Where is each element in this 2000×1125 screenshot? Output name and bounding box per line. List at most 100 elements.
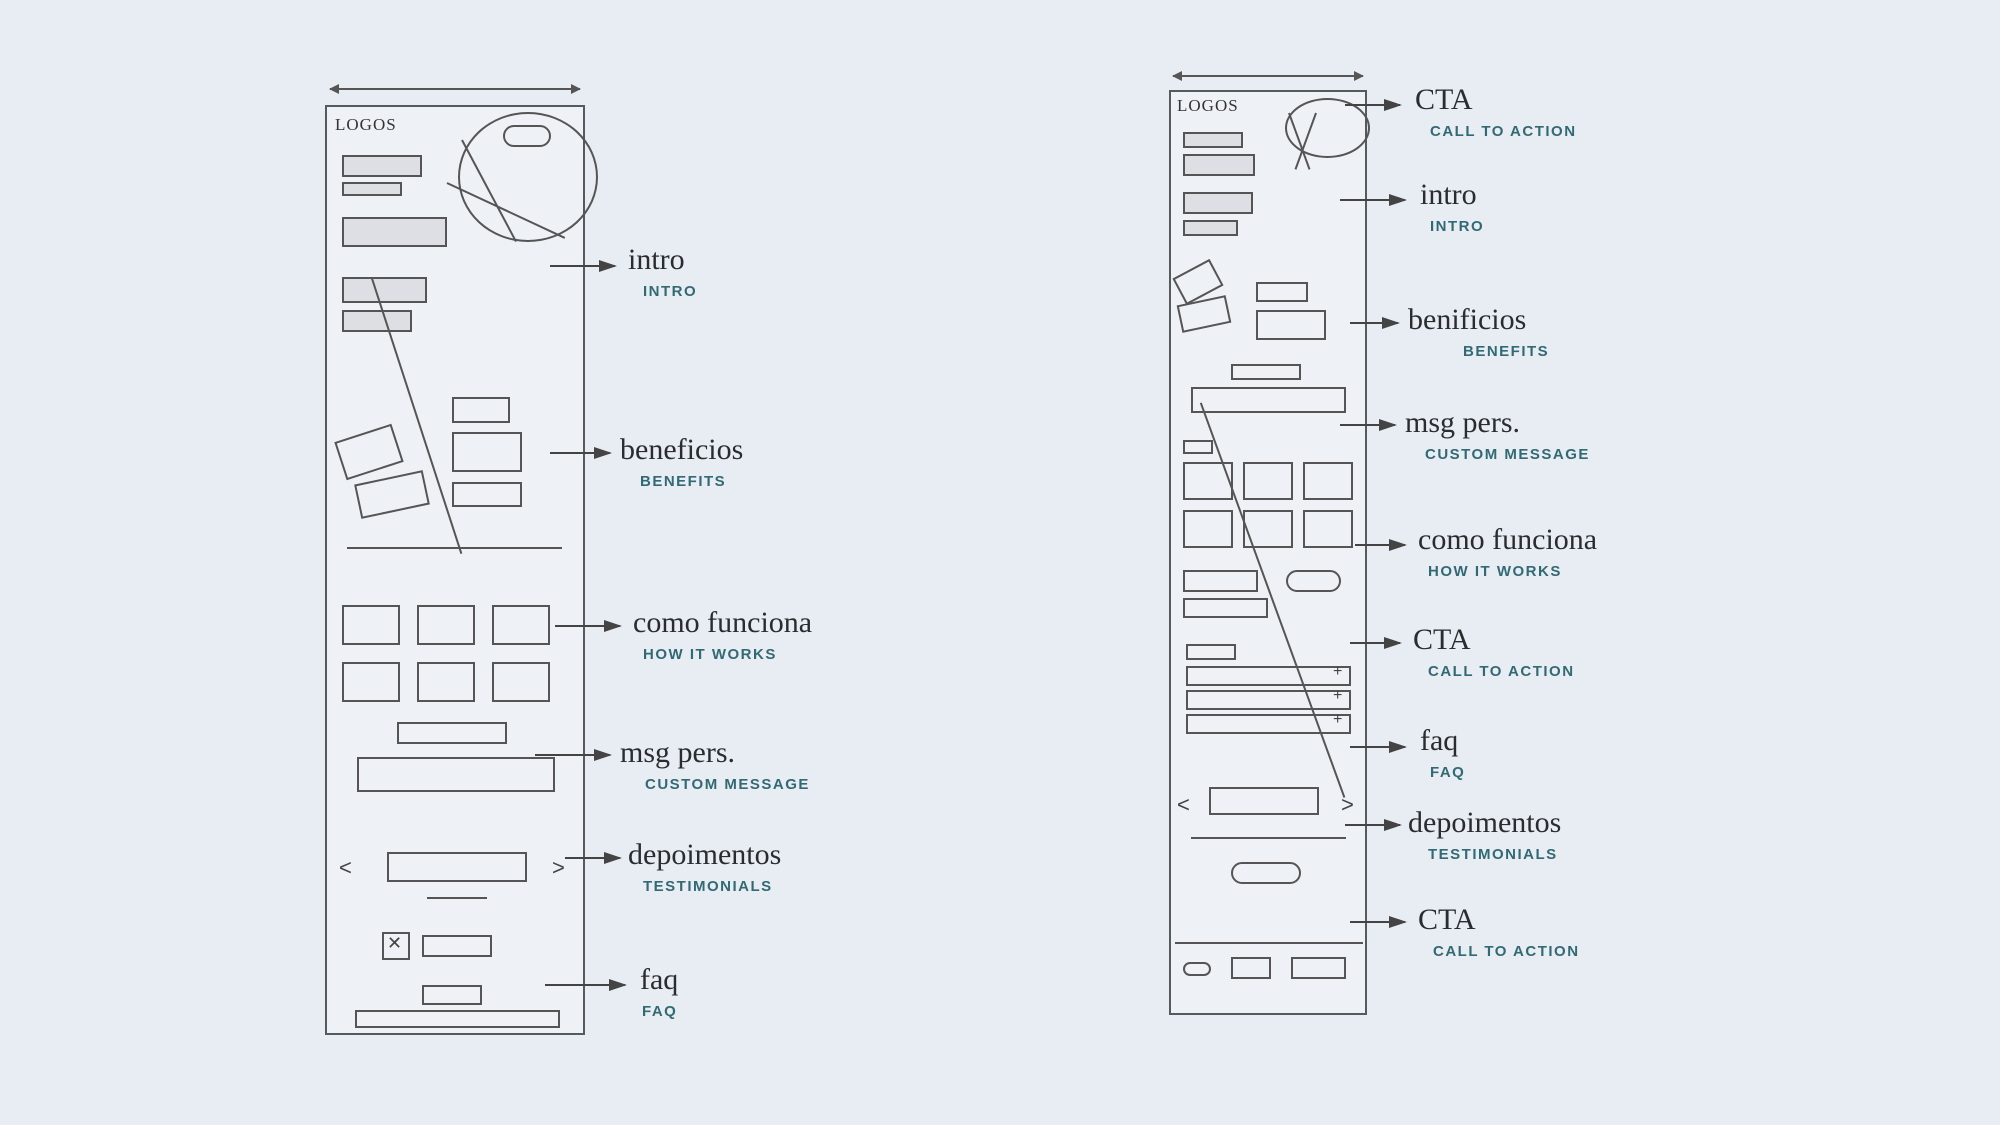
- cta-sub: [1183, 598, 1268, 618]
- testimonials-next: >: [1341, 792, 1354, 818]
- testimonials-prev: <: [1177, 792, 1190, 818]
- label-faq-r: faq FAQ: [1420, 726, 1465, 781]
- label-benefits: beneficios BENEFITS: [620, 435, 743, 490]
- label-script: depoimentos: [1408, 808, 1561, 838]
- width-arrow-right: [1173, 75, 1363, 77]
- label-script: beneficios: [620, 435, 743, 465]
- label-caption: FAQ: [642, 1003, 678, 1020]
- msg-block: [357, 757, 555, 792]
- msg-title: [1231, 364, 1301, 380]
- intro-block: [1183, 220, 1238, 236]
- hero-funnel: [1285, 98, 1370, 158]
- label-caption: INTRO: [1430, 218, 1484, 235]
- label-script: CTA: [1415, 85, 1577, 115]
- intro-block: [342, 277, 427, 303]
- label-hiw: como funciona HOW IT WORKS: [633, 608, 812, 663]
- label-msg-r: msg pers. CUSTOM MESSAGE: [1405, 408, 1590, 463]
- hiw-card: [342, 662, 400, 702]
- label-caption: HOW IT WORKS: [643, 646, 812, 663]
- label-script: benificios: [1408, 305, 1549, 335]
- label-script: intro: [628, 245, 697, 275]
- label-testimonials-r: depoimentos TESTIMONIALS: [1408, 808, 1561, 863]
- faq-row: [1186, 690, 1351, 710]
- testimonial: [387, 852, 527, 882]
- hiw-card: [492, 605, 550, 645]
- label-script: CTA: [1413, 625, 1575, 655]
- label-caption: INTRO: [643, 283, 697, 300]
- benefit-tile: [1256, 282, 1308, 302]
- label-faq: faq FAQ: [640, 965, 678, 1020]
- hiw-card: [1303, 510, 1353, 548]
- wireframe-right: LOGOS + + + < >: [1169, 90, 1367, 1015]
- cta-block: [1183, 570, 1258, 592]
- label-script: intro: [1420, 180, 1484, 210]
- benefit-tile: [452, 482, 522, 507]
- right-arrows: [0, 0, 2000, 1125]
- faq-plus: +: [1333, 663, 1342, 681]
- testimonials-prev: <: [339, 855, 352, 881]
- label-cta3: CTA CALL TO ACTION: [1418, 905, 1580, 960]
- hiw-arrow: [347, 547, 562, 549]
- label-intro-r: intro INTRO: [1420, 180, 1484, 235]
- faq-row: [1186, 666, 1351, 686]
- footer-chip: [1183, 962, 1211, 976]
- footer-block: [1291, 957, 1346, 979]
- hiw-card: [417, 605, 475, 645]
- faq-plus: +: [1333, 687, 1342, 705]
- testimonials-next: >: [552, 855, 565, 881]
- label-msg: msg pers. CUSTOM MESSAGE: [620, 738, 810, 793]
- intro-block: [342, 310, 412, 332]
- label-benefits-r: benificios BENEFITS: [1408, 305, 1549, 360]
- faq-title: [1186, 644, 1236, 660]
- label-caption: BENEFITS: [1463, 343, 1549, 360]
- hiw-card: [417, 662, 475, 702]
- label-cta2: CTA CALL TO ACTION: [1413, 625, 1575, 680]
- intro-block: [342, 182, 402, 196]
- faq-bar: [355, 1010, 560, 1028]
- faq-title: [422, 985, 482, 1005]
- label-testimonials: depoimentos TESTIMONIALS: [628, 840, 781, 895]
- hiw-small: [1183, 440, 1213, 454]
- label-caption: CALL TO ACTION: [1433, 943, 1580, 960]
- testimonial-line: [427, 897, 487, 899]
- label-caption: HOW IT WORKS: [1428, 563, 1597, 580]
- testimonial-rule: [1191, 837, 1346, 839]
- hiw-card: [1243, 510, 1293, 548]
- label-script: faq: [1420, 726, 1465, 756]
- left-arrows: [0, 0, 2000, 1125]
- footer-block: [1231, 957, 1271, 979]
- avatar-x: ✕: [387, 933, 402, 954]
- intro-block: [342, 155, 422, 177]
- label-script: msg pers.: [1405, 408, 1590, 438]
- wireframe-left: LOGOS < > ✕: [325, 105, 585, 1035]
- label-cta1: CTA CALL TO ACTION: [1415, 85, 1577, 140]
- label-caption: TESTIMONIALS: [1428, 846, 1561, 863]
- cta-button: [1231, 862, 1301, 884]
- label-intro: intro INTRO: [628, 245, 697, 300]
- label-script: faq: [640, 965, 678, 995]
- label-caption: CALL TO ACTION: [1430, 123, 1577, 140]
- label-caption: FAQ: [1430, 764, 1465, 781]
- cta-button: [1286, 570, 1341, 592]
- testimonial-name: [422, 935, 492, 957]
- faq-row: [1186, 714, 1351, 734]
- testimonial: [1209, 787, 1319, 815]
- benefit-tile: [334, 424, 403, 481]
- benefit-tile: [1256, 310, 1326, 340]
- label-script: depoimentos: [628, 840, 781, 870]
- hiw-card: [492, 662, 550, 702]
- intro-block: [342, 217, 447, 247]
- msg-block: [1191, 387, 1346, 413]
- hiw-card: [1183, 462, 1233, 500]
- label-caption: CALL TO ACTION: [1428, 663, 1575, 680]
- label-script: como funciona: [633, 608, 812, 638]
- hiw-card: [1303, 462, 1353, 500]
- label-script: CTA: [1418, 905, 1580, 935]
- hiw-card: [342, 605, 400, 645]
- label-hiw-r: como funciona HOW IT WORKS: [1418, 525, 1597, 580]
- benefit-tile: [354, 470, 430, 519]
- label-script: msg pers.: [620, 738, 810, 768]
- benefit-tile: [452, 397, 510, 423]
- hiw-card: [1243, 462, 1293, 500]
- label-caption: CUSTOM MESSAGE: [1425, 446, 1590, 463]
